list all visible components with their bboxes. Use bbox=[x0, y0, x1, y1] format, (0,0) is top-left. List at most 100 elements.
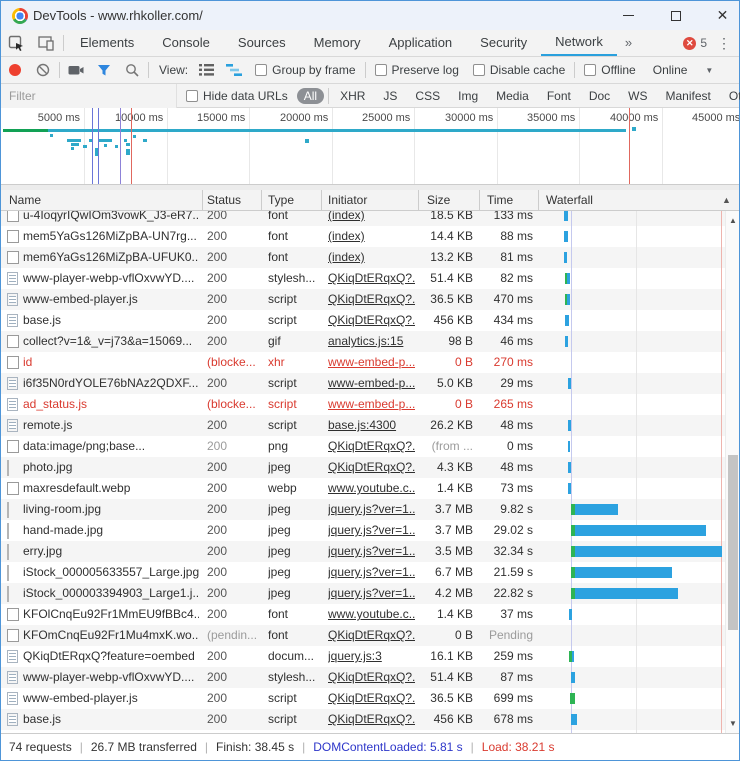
type-filter-css[interactable]: CSS bbox=[408, 88, 447, 104]
request-row[interactable]: www-embed-player.js200scriptQKiqDtERqxQ?… bbox=[1, 688, 725, 709]
column-header-name[interactable]: Name bbox=[9, 193, 41, 207]
tab-security[interactable]: Security bbox=[466, 30, 541, 56]
filter-input[interactable] bbox=[1, 84, 177, 108]
scrollbar-thumb[interactable] bbox=[728, 455, 738, 630]
column-divider[interactable] bbox=[202, 190, 203, 211]
initiator-link[interactable]: QKiqDtERqxQ?... bbox=[328, 292, 415, 306]
initiator-link[interactable]: www-embed-p... bbox=[328, 355, 415, 369]
column-header-status[interactable]: Status bbox=[207, 193, 241, 207]
offline-option[interactable]: Offline bbox=[584, 63, 635, 77]
initiator-link[interactable]: www-embed-p... bbox=[328, 376, 415, 390]
maximize-button[interactable] bbox=[653, 1, 698, 30]
tab-application[interactable]: Application bbox=[375, 30, 467, 56]
request-row[interactable]: QKiqDtERqxQ?feature=oembed200docum...jqu… bbox=[1, 646, 725, 667]
type-filter-manifest[interactable]: Manifest bbox=[659, 88, 718, 104]
column-header-initiator[interactable]: Initiator bbox=[328, 193, 367, 207]
request-row[interactable]: ad_status.js(blocke...scriptwww-embed-p.… bbox=[1, 394, 725, 415]
clear-button[interactable] bbox=[29, 57, 57, 83]
preserve-log-option[interactable]: Preserve log bbox=[375, 63, 459, 77]
minimize-button[interactable] bbox=[606, 1, 651, 30]
column-divider[interactable] bbox=[538, 190, 539, 211]
request-row[interactable]: iStock_000005633557_Large.jpg200jpegjque… bbox=[1, 562, 725, 583]
request-row[interactable]: data:image/png;base...200pngQKiqDtERqxQ?… bbox=[1, 436, 725, 457]
column-header-time[interactable]: Time bbox=[487, 193, 513, 207]
initiator-link[interactable]: jquery.js:3 bbox=[328, 649, 415, 663]
request-row[interactable]: mem6YaGs126MiZpBA-UFUK0...200font(index)… bbox=[1, 247, 725, 268]
request-row[interactable]: maxresdefault.webp200webpwww.youtube.c..… bbox=[1, 478, 725, 499]
type-filter-ws[interactable]: WS bbox=[621, 88, 654, 104]
type-filter-img[interactable]: Img bbox=[451, 88, 485, 104]
initiator-link[interactable]: jquery.js?ver=1... bbox=[328, 544, 415, 558]
close-button[interactable]: ✕ bbox=[700, 1, 740, 30]
initiator-link[interactable]: jquery.js?ver=1... bbox=[328, 523, 415, 537]
request-row[interactable]: id(blocke...xhrwww-embed-p...0 B270 ms bbox=[1, 352, 725, 373]
request-row[interactable]: www-player-webp-vflOxvwYD....200stylesh.… bbox=[1, 268, 725, 289]
request-row[interactable]: www-embed-player.js200scriptQKiqDtERqxQ?… bbox=[1, 289, 725, 310]
initiator-link[interactable]: (index) bbox=[328, 229, 415, 243]
column-divider[interactable] bbox=[321, 190, 322, 211]
search-button[interactable] bbox=[118, 57, 146, 83]
initiator-link[interactable]: analytics.js:15 bbox=[328, 334, 415, 348]
type-filter-media[interactable]: Media bbox=[489, 88, 536, 104]
more-panels-button[interactable]: » bbox=[617, 30, 640, 56]
error-badge[interactable]: ✕ 5 bbox=[683, 36, 713, 50]
type-filter-xhr[interactable]: XHR bbox=[333, 88, 372, 104]
initiator-link[interactable]: QKiqDtERqxQ?... bbox=[328, 712, 415, 726]
device-toolbar-button[interactable] bbox=[31, 30, 61, 56]
tab-console[interactable]: Console bbox=[148, 30, 224, 56]
hide-data-urls-option[interactable]: Hide data URLs bbox=[186, 89, 288, 103]
group-by-frame-checkbox[interactable] bbox=[255, 64, 267, 76]
initiator-link[interactable]: QKiqDtERqxQ?... bbox=[328, 691, 415, 705]
initiator-link[interactable]: base.js:4300 bbox=[328, 418, 415, 432]
request-row[interactable]: mem5YaGs126MiZpBA-UN7rg...200font(index)… bbox=[1, 226, 725, 247]
column-divider[interactable] bbox=[479, 190, 480, 211]
group-by-frame-option[interactable]: Group by frame bbox=[255, 63, 355, 77]
request-row[interactable]: base.js200scriptQKiqDtERqxQ?...456 KB678… bbox=[1, 709, 725, 730]
request-row[interactable]: KFOlCnqEu92Fr1MmEU9fBBc4...200fontwww.yo… bbox=[1, 604, 725, 625]
tab-elements[interactable]: Elements bbox=[66, 30, 148, 56]
type-filter-all[interactable]: All bbox=[297, 88, 324, 104]
record-button[interactable] bbox=[1, 57, 29, 83]
request-row[interactable]: iStock_000003394903_Large1.j...200jpegjq… bbox=[1, 583, 725, 604]
request-row[interactable]: remote.js200scriptbase.js:430026.2 KB48 … bbox=[1, 415, 725, 436]
initiator-link[interactable]: QKiqDtERqxQ?... bbox=[328, 460, 415, 474]
vertical-scrollbar[interactable]: ▲ ▼ bbox=[725, 211, 739, 733]
initiator-link[interactable]: www.youtube.c... bbox=[328, 607, 415, 621]
tab-memory[interactable]: Memory bbox=[300, 30, 375, 56]
type-filter-font[interactable]: Font bbox=[540, 88, 578, 104]
type-filter-doc[interactable]: Doc bbox=[582, 88, 617, 104]
initiator-link[interactable]: jquery.js?ver=1... bbox=[328, 565, 415, 579]
small-rows-view-button[interactable] bbox=[192, 57, 220, 83]
request-row[interactable]: base.js200scriptQKiqDtERqxQ?...456 KB434… bbox=[1, 310, 725, 331]
throttling-dropdown[interactable]: Online ▼ bbox=[653, 63, 714, 77]
request-row[interactable]: collect?v=1&_v=j73&a=15069...200gifanaly… bbox=[1, 331, 725, 352]
column-header-size[interactable]: Size bbox=[427, 193, 450, 207]
disable-cache-option[interactable]: Disable cache bbox=[473, 63, 565, 77]
request-row[interactable]: erry.jpg200jpegjquery.js?ver=1...3.5 MB3… bbox=[1, 541, 725, 562]
request-row[interactable]: hand-made.jpg200jpegjquery.js?ver=1...3.… bbox=[1, 520, 725, 541]
request-row[interactable]: u-4IoqyrIQwIOm3vowK_J3-eR7...200font(ind… bbox=[1, 211, 725, 226]
request-row[interactable]: i6f35N0rdYOLE76bNAz2QDXF...200scriptwww-… bbox=[1, 373, 725, 394]
initiator-link[interactable]: jquery.js?ver=1... bbox=[328, 586, 415, 600]
screenshot-capture-button[interactable] bbox=[62, 57, 90, 83]
scroll-down-icon[interactable]: ▼ bbox=[726, 716, 740, 731]
overview-view-button[interactable] bbox=[220, 57, 248, 83]
initiator-link[interactable]: www.youtube.c... bbox=[328, 481, 415, 495]
network-overview[interactable]: 5000 ms10000 ms15000 ms20000 ms25000 ms3… bbox=[1, 108, 739, 185]
type-filter-js[interactable]: JS bbox=[376, 88, 404, 104]
initiator-link[interactable]: www-embed-p... bbox=[328, 397, 415, 411]
tab-sources[interactable]: Sources bbox=[224, 30, 300, 56]
request-row[interactable]: living-room.jpg200jpegjquery.js?ver=1...… bbox=[1, 499, 725, 520]
initiator-link[interactable]: (index) bbox=[328, 250, 415, 264]
disable-cache-checkbox[interactable] bbox=[473, 64, 485, 76]
column-divider[interactable] bbox=[261, 190, 262, 211]
preserve-log-checkbox[interactable] bbox=[375, 64, 387, 76]
initiator-link[interactable]: (index) bbox=[328, 211, 415, 222]
request-row[interactable]: www-player-webp-vflOxvwYD....200stylesh.… bbox=[1, 667, 725, 688]
inspect-element-button[interactable] bbox=[1, 30, 31, 56]
initiator-link[interactable]: QKiqDtERqxQ?... bbox=[328, 313, 415, 327]
hide-data-urls-checkbox[interactable] bbox=[186, 90, 198, 102]
initiator-link[interactable]: QKiqDtERqxQ?... bbox=[328, 670, 415, 684]
scroll-up-icon[interactable]: ▲ bbox=[726, 213, 740, 228]
sort-arrow-icon[interactable]: ▲ bbox=[722, 195, 731, 205]
